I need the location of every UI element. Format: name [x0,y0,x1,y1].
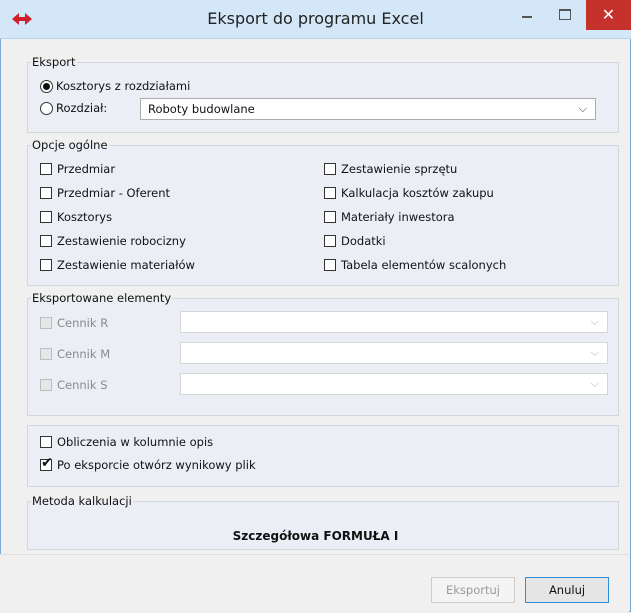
checkbox-przedmiar-oferent[interactable] [40,187,52,199]
radio-chapter[interactable] [40,102,53,115]
checkbox-zestawienie-robocizny[interactable] [40,235,52,247]
export-button[interactable]: Eksportuj [431,577,515,603]
close-button[interactable]: ✕ [586,0,631,30]
checkbox-cennik-m-label: Cennik M [57,347,111,361]
export-group: Eksport [27,55,619,133]
radio-selected-dot [43,83,50,90]
checkbox-dodatki-label[interactable]: Dodatki [341,234,386,248]
checkbox-zestawienie-materialow-label[interactable]: Zestawienie materiałów [57,258,195,272]
checkbox-przedmiar-label[interactable]: Przedmiar [57,162,115,176]
cennik-s-select[interactable]: ⌵ [180,373,608,395]
chevron-down-icon: ⌵ [578,102,587,115]
export-group-legend: Eksport [32,55,76,69]
checkmark-icon: ✔ [41,455,53,471]
checkbox-kalkulacja-kosztow-zakupu-label[interactable]: Kalkulacja kosztów zakupu [341,186,494,200]
checkbox-zestawienie-robocizny-label[interactable]: Zestawienie robocizny [57,234,186,248]
checkbox-kalkulacja-kosztow-zakupu[interactable] [324,187,336,199]
checkbox-calc-in-description[interactable] [40,436,52,448]
checkbox-cennik-s[interactable] [40,379,52,391]
checkbox-materialy-inwestora-label[interactable]: Materiały inwestora [341,210,455,224]
calculation-method-legend: Metoda kalkulacji [32,494,132,508]
checkbox-zestawienie-sprzetu[interactable] [324,163,336,175]
checkbox-cennik-r-label: Cennik R [57,316,109,330]
radio-chapter-label[interactable]: Rozdział: [56,101,107,115]
cancel-button[interactable]: Anuluj [525,577,609,603]
checkbox-calc-in-description-label[interactable]: Obliczenia w kolumnie opis [57,435,213,449]
maximize-button[interactable] [548,0,582,30]
cennik-r-select[interactable]: ⌵ [180,311,608,333]
checkbox-dodatki[interactable] [324,235,336,247]
title-bar: Eksport do programu Excel ✕ [0,0,631,39]
radio-full-estimate-label[interactable]: Kosztorys z rozdziałami [56,79,190,93]
checkbox-open-after-export[interactable]: ✔ [40,455,53,471]
chapter-select-value: Roboty budowlane [148,102,255,116]
checkbox-zestawienie-sprzetu-label[interactable]: Zestawienie sprzętu [341,162,457,176]
chapter-select[interactable]: Roboty budowlane ⌵ [140,98,596,120]
general-options-legend: Opcje ogólne [32,138,108,152]
checkbox-kosztorys[interactable] [40,211,52,223]
radio-full-estimate[interactable] [40,80,53,93]
checkbox-tabela-elementow-scalonych-label[interactable]: Tabela elementów scalonych [341,258,506,272]
checkbox-cennik-s-label: Cennik S [57,378,108,392]
chevron-down-icon: ⌵ [590,315,599,328]
chevron-down-icon: ⌵ [590,377,599,390]
checkbox-przedmiar[interactable] [40,163,52,175]
checkbox-cennik-r[interactable] [40,317,52,329]
chevron-down-icon: ⌵ [590,346,599,359]
cennik-m-select[interactable]: ⌵ [180,342,608,364]
minimize-button[interactable] [510,0,544,30]
checkbox-open-after-export-label[interactable]: Po eksporcie otwórz wynikowy plik [57,458,256,472]
checkbox-materialy-inwestora[interactable] [324,211,336,223]
checkbox-przedmiar-oferent-label[interactable]: Przedmiar - Oferent [57,186,170,200]
checkbox-zestawienie-materialow[interactable] [40,259,52,271]
calculation-method-value: Szczegółowa FORMUŁA I [232,529,399,543]
exported-elements-legend: Eksportowane elementy [32,291,172,305]
checkbox-tabela-elementow-scalonych[interactable] [324,259,336,271]
checkbox-cennik-m[interactable] [40,348,52,360]
checkbox-kosztorys-label[interactable]: Kosztorys [57,210,112,224]
